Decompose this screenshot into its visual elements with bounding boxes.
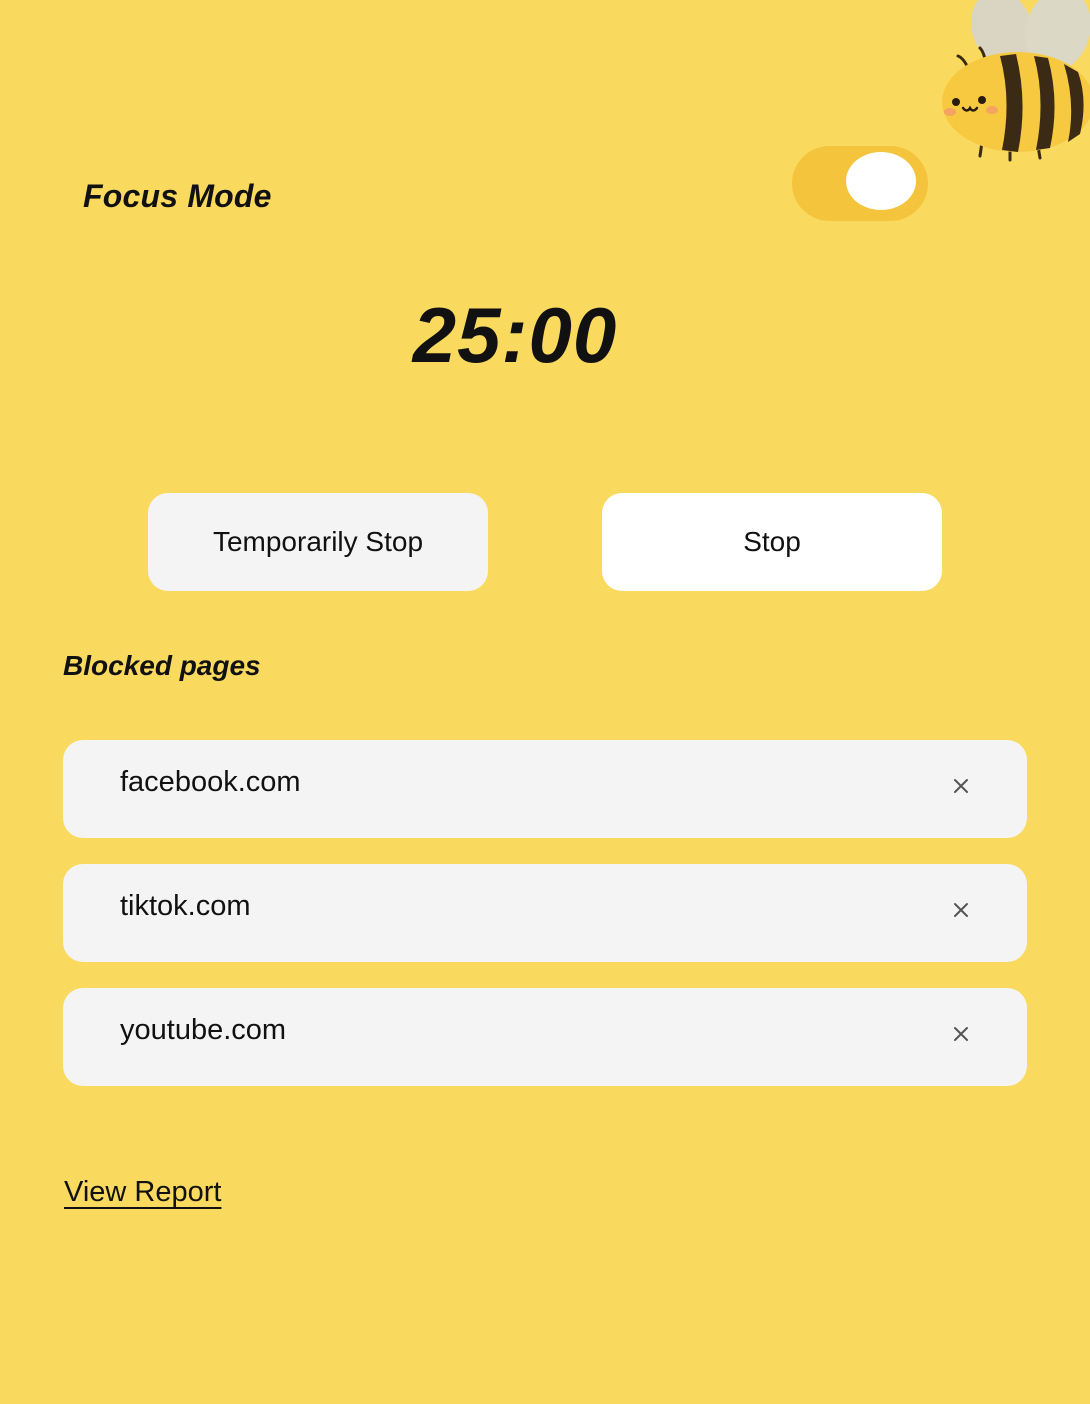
close-icon[interactable] — [953, 1026, 969, 1042]
blocked-pages-list: facebook.com tiktok.com youtube.com — [63, 740, 1027, 1112]
focus-mode-toggle[interactable] — [792, 146, 928, 221]
remove-site-button[interactable] — [947, 896, 975, 924]
temporarily-stop-button[interactable]: Temporarily Stop — [148, 493, 488, 591]
close-icon[interactable] — [953, 778, 969, 794]
list-item: youtube.com — [63, 988, 1027, 1086]
blocked-pages-heading: Blocked pages — [63, 650, 261, 681]
bee-icon — [942, 0, 1090, 162]
close-icon[interactable] — [953, 902, 969, 918]
blocked-site-label: facebook.com — [120, 766, 301, 798]
view-report-link[interactable]: View Report — [64, 1176, 221, 1209]
remove-site-button[interactable] — [947, 1020, 975, 1048]
bee-mascot — [930, 0, 1090, 165]
countdown-timer: 25:00 — [412, 291, 618, 379]
list-item: tiktok.com — [63, 864, 1027, 962]
blocked-site-label: tiktok.com — [120, 890, 251, 922]
list-item: facebook.com — [63, 740, 1027, 838]
toggle-knob[interactable] — [846, 152, 916, 210]
remove-site-button[interactable] — [947, 772, 975, 800]
blocked-site-label: youtube.com — [120, 1014, 287, 1046]
page-title: Focus Mode — [83, 178, 272, 214]
stop-button[interactable]: Stop — [602, 493, 942, 591]
